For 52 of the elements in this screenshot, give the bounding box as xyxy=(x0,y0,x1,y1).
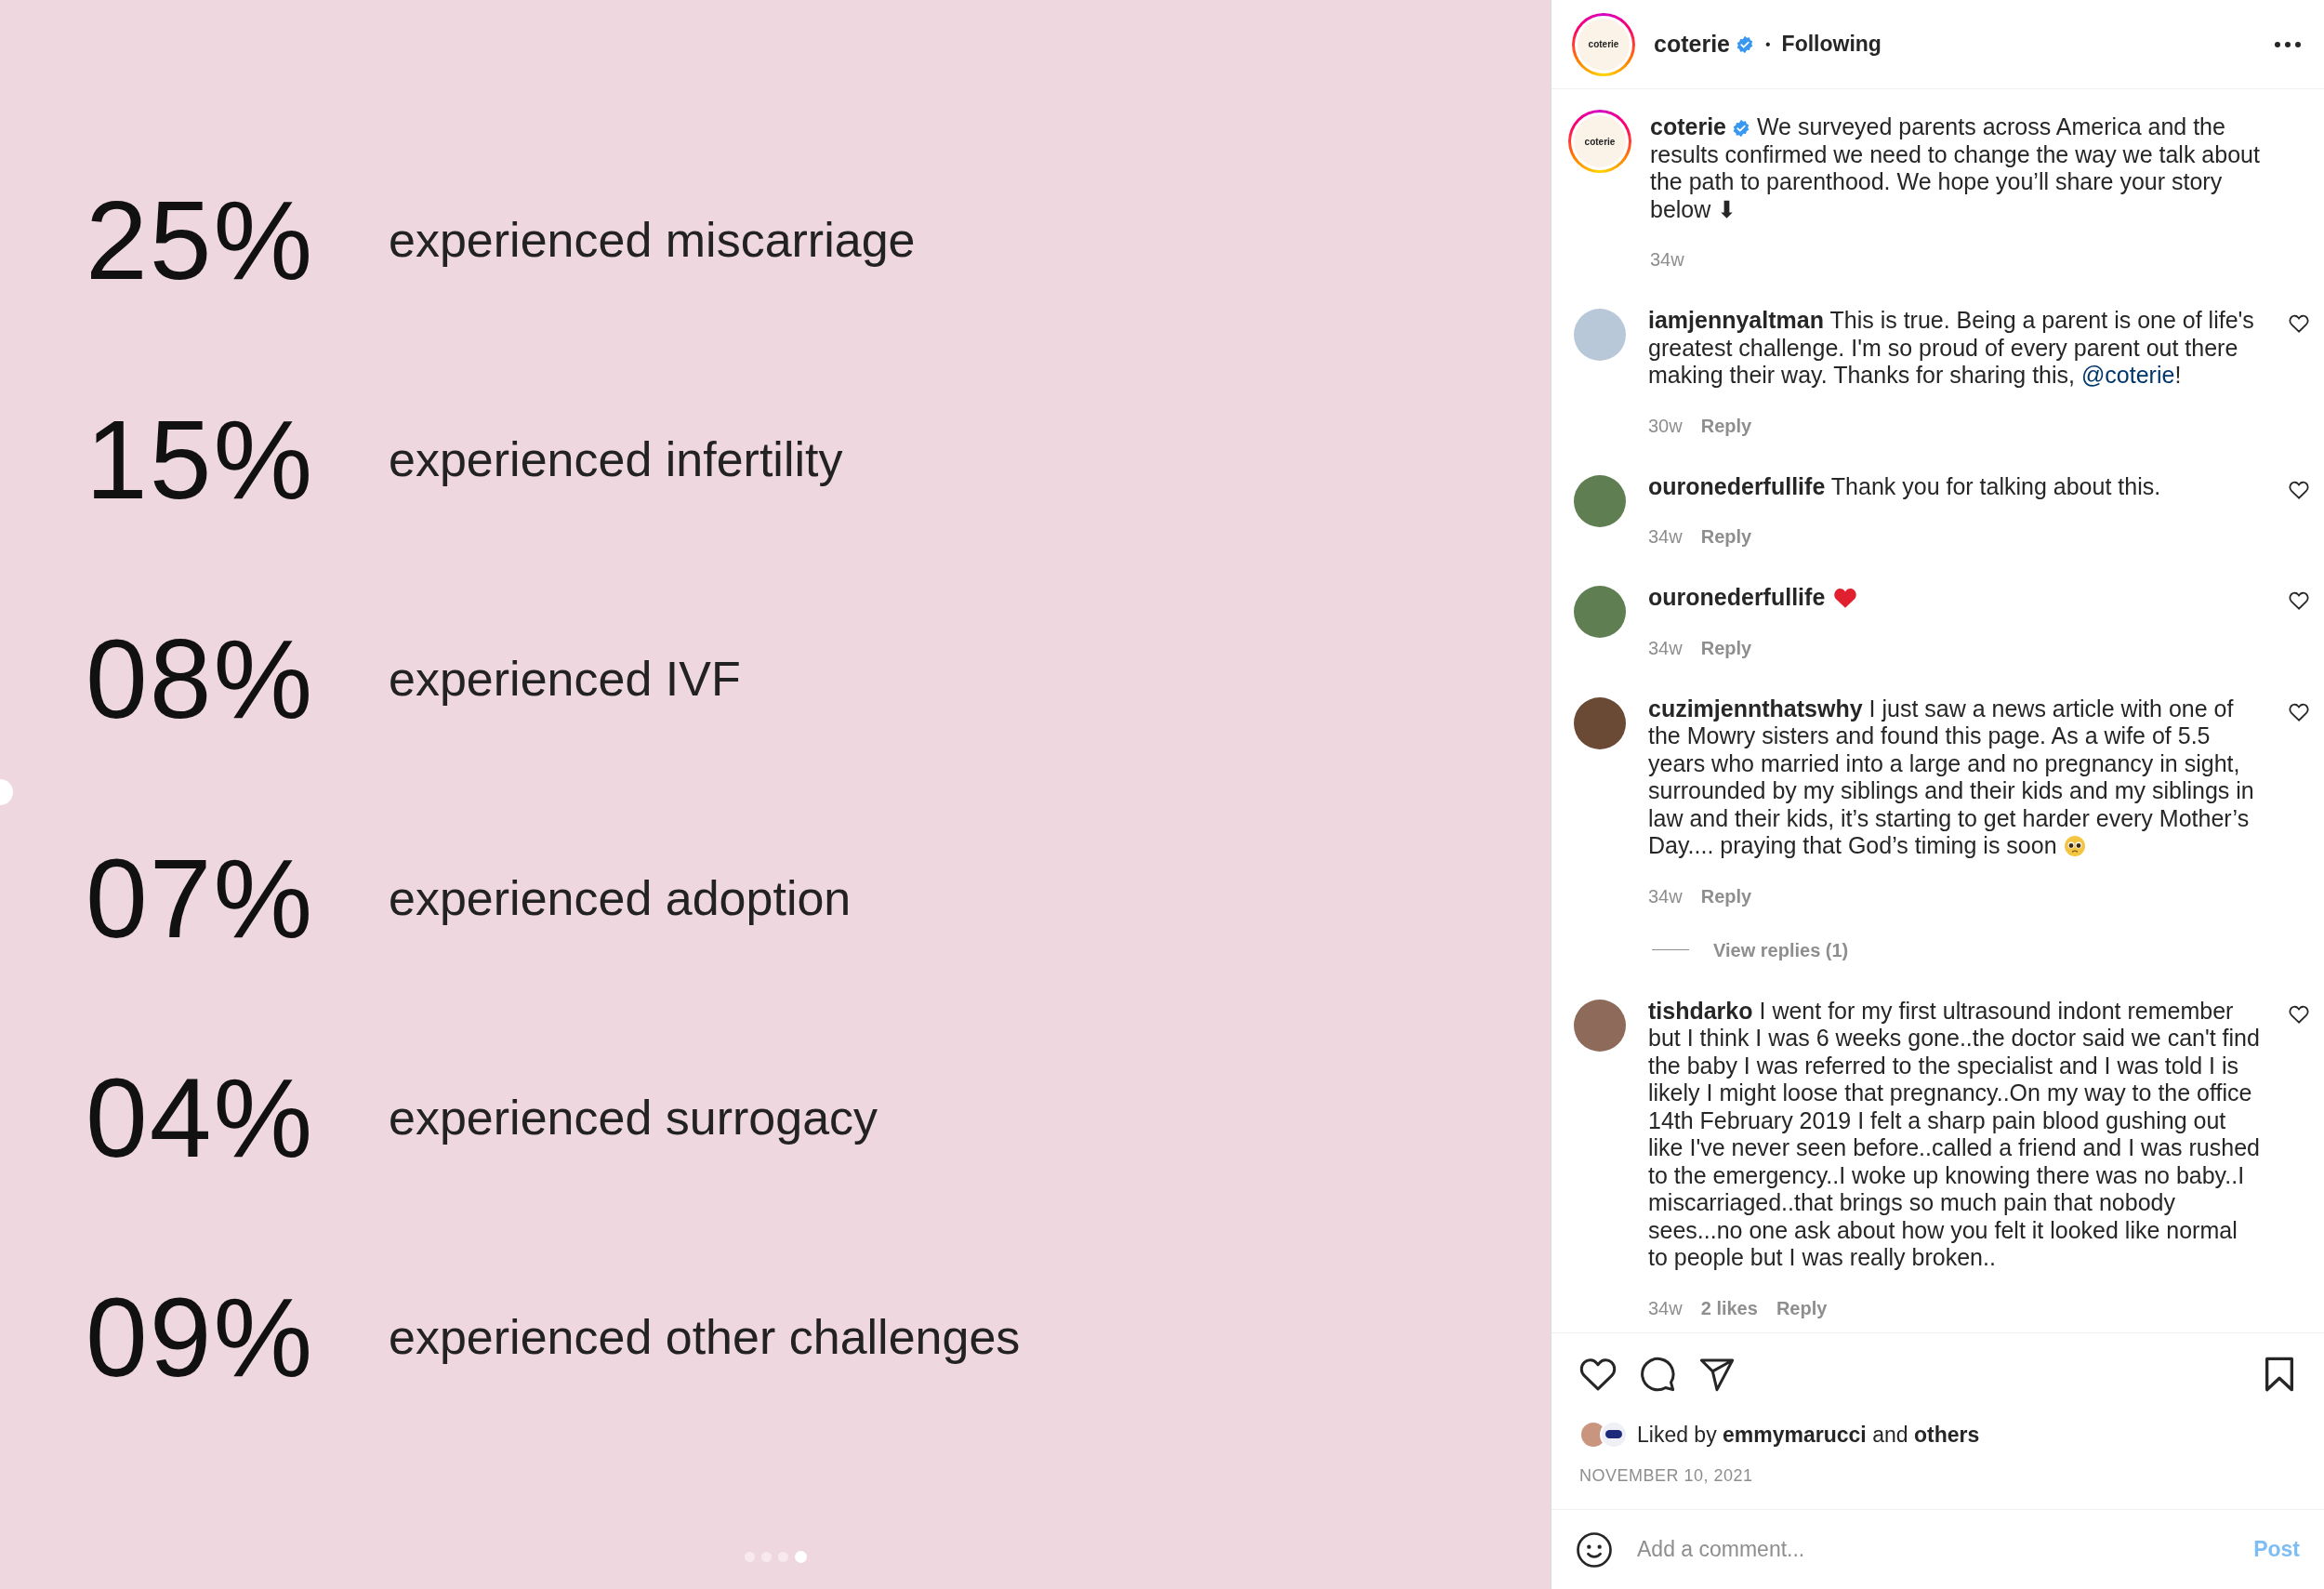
comment-like-icon[interactable] xyxy=(2289,314,2309,333)
comment-text: iamjennyaltman This is true. Being a parent is one of life's greatest challenge. I'm so proud of every parent out there making their way. Thanks for sharing this, @coterie! xyxy=(1648,307,2255,390)
like-heart-icon[interactable] xyxy=(1579,1356,1617,1392)
brand-avatar: coterie xyxy=(1578,18,1630,71)
username[interactable]: coterie xyxy=(1654,26,1730,62)
stat-label: experienced infertility xyxy=(389,431,843,488)
username-link[interactable]: iamjennyaltman xyxy=(1648,307,1824,333)
timestamp: 34w xyxy=(1648,884,1683,908)
comment-icon[interactable] xyxy=(1639,1355,1676,1393)
comment-like-icon[interactable] xyxy=(2289,1004,2309,1024)
liked-by-text: Liked by emmymarucci and others xyxy=(1637,1421,1980,1449)
stat-label: experienced adoption xyxy=(389,870,852,927)
following-button[interactable]: Following xyxy=(1781,28,1882,60)
comment-text: ouronederfullife Thank you for talking about this. xyxy=(1648,472,2162,500)
separator-dot: • xyxy=(1765,34,1771,54)
mention-link[interactable]: @coterie xyxy=(2080,362,2175,388)
comment-like-icon[interactable] xyxy=(2289,702,2309,722)
percentage-value: 15% xyxy=(86,404,316,515)
heart-emoji-icon xyxy=(1833,587,1858,609)
comment-like-icon[interactable] xyxy=(2289,480,2309,499)
username-link[interactable]: ouronederfullife xyxy=(1648,472,1826,499)
stat-label: experienced surrogacy xyxy=(389,1090,878,1146)
stat-label: experienced other challenges xyxy=(389,1309,1021,1366)
emoji-smiley-icon[interactable] xyxy=(1576,1530,1613,1569)
timestamp: 34w xyxy=(1650,248,1684,271)
timestamp: 34w xyxy=(1648,525,1683,549)
post-date: NOVEMBER 10, 2021 xyxy=(1579,1465,1754,1487)
user-avatar[interactable] xyxy=(1574,696,1626,749)
percentage-value: 25% xyxy=(86,184,316,296)
username-link[interactable]: tishdarko xyxy=(1648,997,1753,1024)
percentage-value: 08% xyxy=(86,623,316,735)
bookmark-icon[interactable] xyxy=(2263,1355,2296,1393)
percentage-value: 04% xyxy=(86,1062,316,1173)
username-link[interactable]: cuzimjennthatswhy xyxy=(1648,695,1863,722)
pleading-face-icon xyxy=(2063,835,2086,857)
more-options-icon[interactable] xyxy=(2274,40,2302,48)
username-link[interactable]: coterie xyxy=(1650,113,1726,139)
comment-text: cuzimjennthatswhy I just saw a news article with one of the Mowry sisters and found this page. As a wife of 5.5 years who married into a large and no pregnancy in sight, surrounded by my siblings and their kids and my siblings in law and their kids, it’s starting to get harder every Mother’s Day.... praying that God’s timing is soon xyxy=(1648,695,2255,860)
comment-like-icon[interactable] xyxy=(2289,591,2309,610)
timestamp: 34w xyxy=(1648,1296,1683,1320)
timestamp: 30w xyxy=(1648,414,1683,438)
username-link[interactable]: ouronederfullife xyxy=(1648,584,1826,610)
user-avatar[interactable] xyxy=(1574,586,1626,638)
comment-input-field[interactable]: Add a comment... xyxy=(1637,1533,2230,1566)
timestamp: 34w xyxy=(1648,636,1683,660)
stat-label: experienced miscarriage xyxy=(389,212,916,269)
comment-text: tishdarko I went for my first ultrasound indont remember but I think I was 6 weeks gone..the doctor said we can't find the baby I was referred to the specialist and I was told I is likely I might loose that pregnancy..On my way to the office 14th February 2019 I felt a sharp pain blood gushing out like I've never seen before..called a friend and I was rushed to the emergency..I woke up knowing there was no baby..I miscarriaged..that brings so much pain that nobody sees...no one ask about how you felt it looked like normal to people but I was really broken.. xyxy=(1648,997,2261,1272)
percentage-value: 07% xyxy=(86,842,316,954)
brand-avatar: coterie xyxy=(1574,115,1626,167)
caption-text: coterie We surveyed parents across America and the results confirmed we need to change the way we talk about the path to parenthood. We hope you’ll share your story below ⬇ xyxy=(1650,113,2261,223)
stat-label: experienced IVF xyxy=(389,651,741,708)
percentage-value: 09% xyxy=(86,1281,316,1393)
